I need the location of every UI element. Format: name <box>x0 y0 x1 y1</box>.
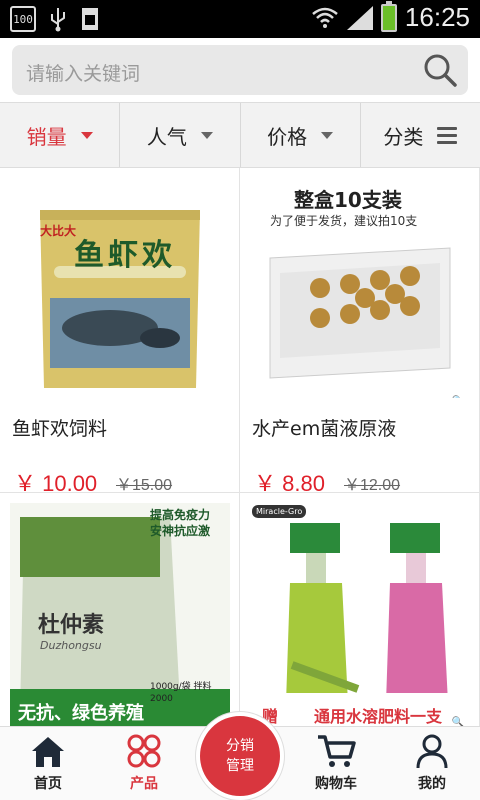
image-subtitle: 为了便于发货，建议拍10支 <box>270 214 418 228</box>
nav-mine[interactable]: 我的 <box>384 727 480 800</box>
filter-label: 销量 <box>26 124 67 149</box>
product-grid: 大比大 鱼虾欢 鱼虾欢饲料 ￥ 10.00 ￥15.00 整盒10支装 为了便于… <box>0 168 480 726</box>
wifi-icon <box>312 7 338 28</box>
search-icon[interactable] <box>422 52 458 88</box>
distribution-management-button[interactable]: 分销 管理 <box>196 712 284 800</box>
home-icon <box>32 737 64 767</box>
signal-icon <box>346 5 373 30</box>
search-bar: 请输入关键词 <box>0 38 480 102</box>
image-banner: 提高免疫力 安神抗应激 <box>150 508 211 538</box>
nav-label: 我的 <box>418 776 446 792</box>
image-sub: Duzhongsu <box>40 639 102 652</box>
nav-label: 产品 <box>130 776 158 792</box>
product-image-text: 鱼虾欢 <box>74 238 176 273</box>
cart-icon <box>318 735 356 767</box>
filter-sales[interactable]: 销量 <box>0 103 121 167</box>
product-name: 水产em菌液原液 <box>252 418 397 440</box>
search-placeholder: 请输入关键词 <box>26 63 141 85</box>
product-image[interactable]: 大比大 鱼虾欢 <box>10 178 230 398</box>
filter-popularity[interactable]: 人气 <box>120 103 241 167</box>
menu-icon <box>437 126 458 144</box>
product-card[interactable]: 提高免疫力 安神抗应激 杜仲素 Duzhongsu 1000g/袋 拌料2000… <box>0 493 240 726</box>
product-card[interactable]: Miracle-Gro 赠 通用水溶肥料一支 🔍 <box>240 493 480 726</box>
image-footer: 通用水溶肥料一支 <box>314 707 443 726</box>
product-original-price: ￥15.00 <box>116 477 173 494</box>
product-image[interactable]: Miracle-Gro 赠 通用水溶肥料一支 🔍 <box>250 503 470 726</box>
caret-down-icon <box>321 131 334 139</box>
product-card[interactable]: 大比大 鱼虾欢 鱼虾欢饲料 ￥ 10.00 ￥15.00 <box>0 168 240 496</box>
image-brand: Miracle-Gro <box>252 505 307 518</box>
caret-down-icon <box>80 131 93 139</box>
product-name: 鱼虾欢饲料 <box>12 418 108 440</box>
sim-icon <box>82 8 98 30</box>
filter-label: 价格 <box>267 124 308 149</box>
products-icon <box>127 734 161 768</box>
product-image[interactable]: 整盒10支装 为了便于发货，建议拍10支 🔍 <box>250 178 470 398</box>
clock: 16:25 <box>404 2 470 32</box>
battery-percent-icon: 100 <box>10 6 36 32</box>
filter-category[interactable]: 分类 <box>361 103 480 167</box>
product-card[interactable]: 整盒10支装 为了便于发货，建议拍10支 🔍 水产em菌液原液 ￥ 8.80 ￥… <box>240 168 480 496</box>
nav-home[interactable]: 首页 <box>0 727 96 800</box>
product-image-text: 杜仲素 <box>38 613 105 638</box>
image-title: 整盒10支装 <box>294 188 402 212</box>
image-weight: 1000g/袋 拌料2000 <box>150 682 212 704</box>
battery-icon <box>380 0 397 32</box>
search-input[interactable]: 请输入关键词 <box>12 45 468 95</box>
nav-cart[interactable]: 购物车 <box>288 727 384 800</box>
caret-down-icon <box>200 131 213 139</box>
user-icon <box>416 734 448 769</box>
filter-label: 分类 <box>383 124 424 149</box>
center-button-line1: 分销 <box>226 738 254 754</box>
usb-icon <box>51 8 65 32</box>
product-original-price: ￥12.00 <box>344 477 401 494</box>
nav-label: 购物车 <box>315 776 357 792</box>
filter-bar: 销量 人气 价格 分类 <box>0 102 480 168</box>
nav-label: 首页 <box>34 776 62 792</box>
brand-text: 大比大 <box>40 224 77 238</box>
image-footer: 无抗、绿色养殖 <box>18 703 144 724</box>
filter-price[interactable]: 价格 <box>241 103 361 167</box>
nav-products[interactable]: 产品 <box>96 727 192 800</box>
status-bar: 100 16:25 <box>0 0 480 38</box>
filter-label: 人气 <box>146 124 187 149</box>
product-image[interactable]: 提高免疫力 安神抗应激 杜仲素 Duzhongsu 1000g/袋 拌料2000… <box>10 503 230 726</box>
zoom-icon: 🔍 <box>451 717 464 726</box>
center-button-line2: 管理 <box>226 758 254 774</box>
zoom-icon: 🔍 <box>452 396 464 398</box>
